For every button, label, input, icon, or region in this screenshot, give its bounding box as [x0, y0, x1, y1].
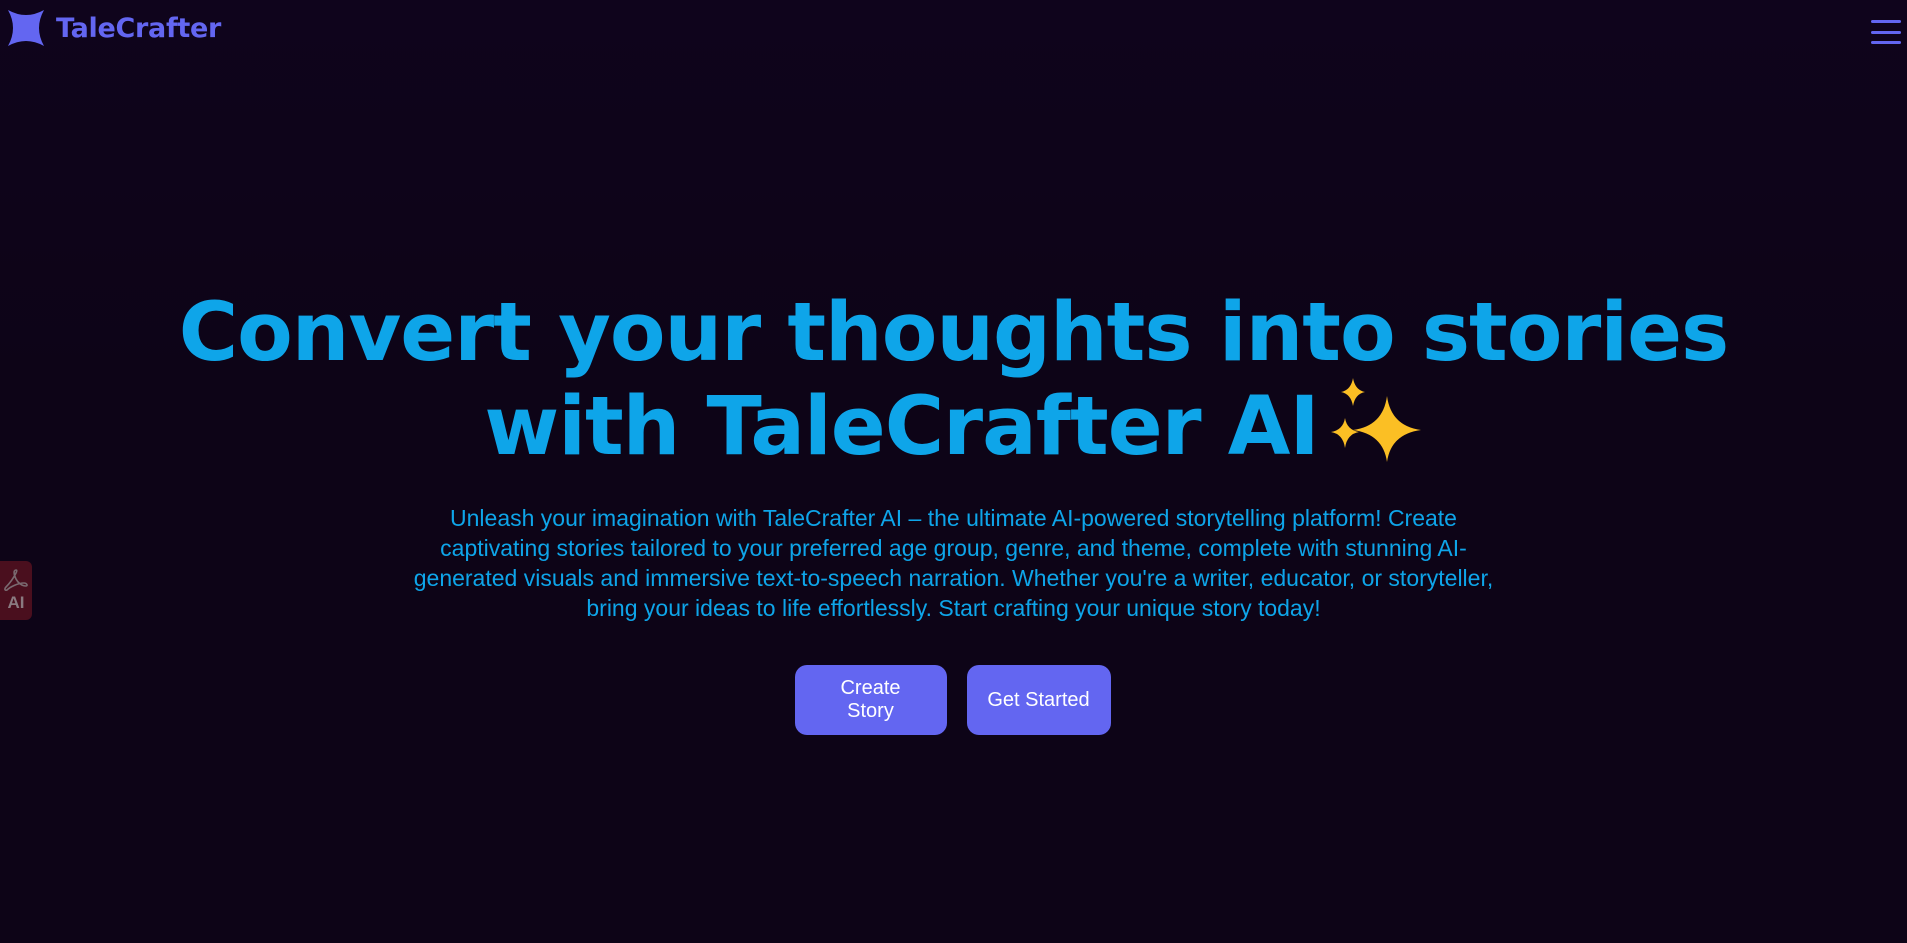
hero-headline: Convert your thoughts into stories with … — [0, 288, 1907, 480]
headline-line-1: Convert your thoughts into stories — [178, 286, 1730, 380]
get-started-button[interactable]: Get Started — [966, 665, 1111, 735]
side-ai-pdf-widget[interactable]: AI — [0, 561, 32, 620]
hero-actions: Create Story Get Started — [0, 665, 1907, 735]
brand-link[interactable]: TaleCrafter — [8, 10, 221, 46]
side-widget-label: AI — [7, 592, 25, 612]
acrobat-pdf-icon — [4, 568, 28, 591]
four-point-star-logo-icon — [8, 10, 44, 46]
hero-description: Unleash your imagination with TaleCrafte… — [413, 505, 1494, 621]
headline-line-2: with TaleCrafter AI — [484, 380, 1319, 474]
create-story-button[interactable]: Create Story — [794, 665, 947, 735]
top-navbar: TaleCrafter — [0, 0, 1907, 62]
brand-name: TaleCrafter — [56, 12, 222, 44]
landing-page: TaleCrafter Convert your thoughts into s… — [0, 0, 1907, 943]
hamburger-menu-icon[interactable] — [1871, 20, 1903, 44]
sparkles-icon — [1330, 378, 1423, 480]
